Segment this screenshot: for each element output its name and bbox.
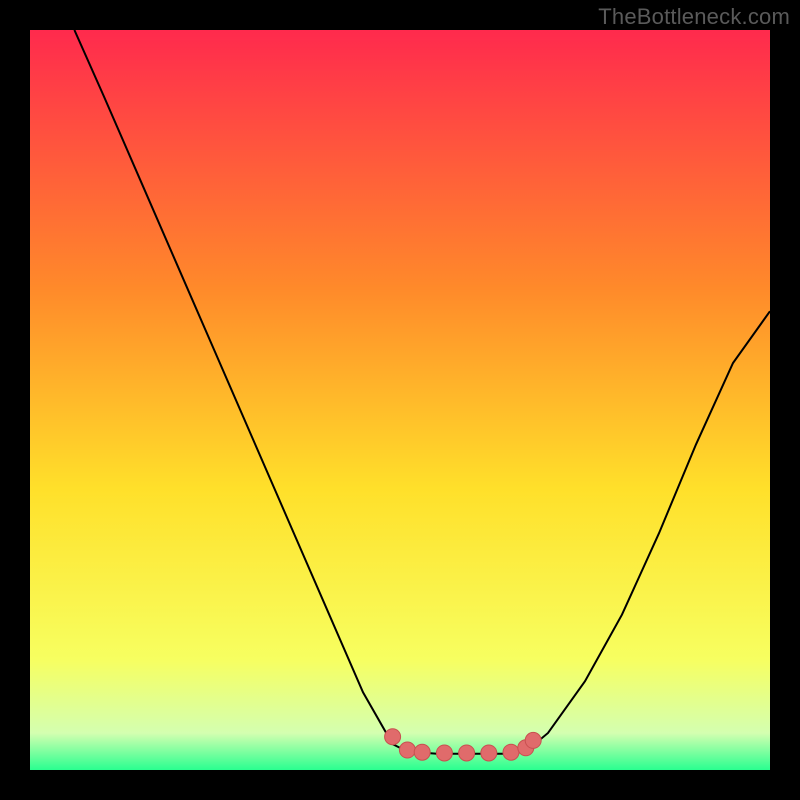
highlight-marker	[414, 744, 430, 760]
highlight-marker	[459, 745, 475, 761]
gradient-background	[30, 30, 770, 770]
watermark-text: TheBottleneck.com	[598, 4, 790, 30]
chart-container: TheBottleneck.com	[0, 0, 800, 800]
highlight-marker	[481, 745, 497, 761]
highlight-marker	[385, 729, 401, 745]
highlight-marker	[525, 732, 541, 748]
highlight-marker	[503, 744, 519, 760]
chart-svg	[30, 30, 770, 770]
highlight-marker	[436, 745, 452, 761]
plot-area	[30, 30, 770, 770]
highlight-marker	[399, 742, 415, 758]
